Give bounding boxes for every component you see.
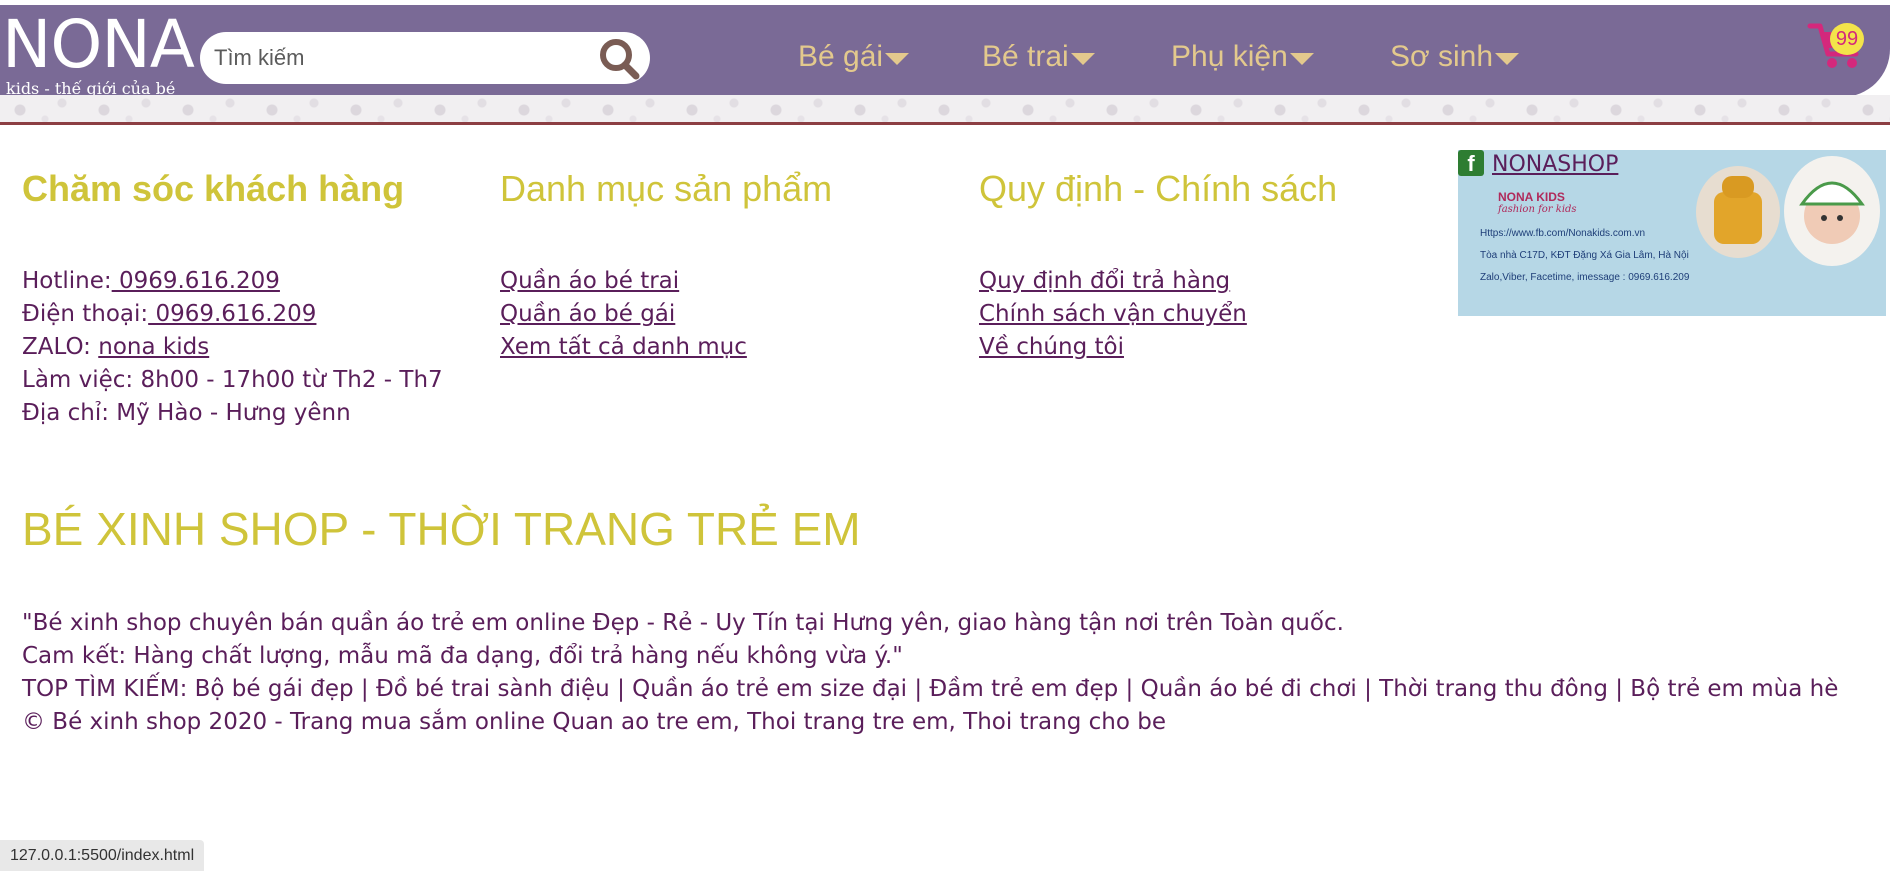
facebook-icon: f — [1458, 150, 1484, 176]
caret-down-icon — [1070, 53, 1095, 65]
customer-care-column: Chăm sóc khách hàng Hotline: 0969.616.20… — [22, 168, 443, 430]
nav-item-be-gai[interactable]: Bé gái — [798, 35, 910, 79]
cart-count-badge: 99 — [1830, 23, 1864, 55]
search-icon[interactable] — [596, 36, 646, 82]
logo[interactable]: NONA kids - thế giới của bé — [2, 6, 195, 101]
policy-link-returns[interactable]: Quy định đổi trả hàng — [979, 268, 1230, 294]
zalo-label: ZALO: — [22, 334, 99, 360]
product-categories-column: Danh mục sản phẩm Quần áo bé trai Quần á… — [500, 168, 832, 364]
policy-link-about[interactable]: Về chúng tôi — [979, 334, 1124, 360]
shop-heading: BÉ XINH SHOP - THỜI TRANG TRẺ EM — [22, 503, 861, 555]
nav-label: Phụ kiện — [1171, 40, 1288, 73]
nav-item-phu-kien[interactable]: Phụ kiện — [1171, 35, 1314, 79]
caret-down-icon — [1289, 53, 1314, 65]
phone-link[interactable]: 0969.616.209 — [148, 301, 316, 327]
category-link-all[interactable]: Xem tất cả danh mục — [500, 334, 747, 360]
logo-text: NONA — [2, 6, 195, 83]
nav-label: Bé gái — [798, 40, 884, 73]
category-link-girls[interactable]: Quần áo bé gái — [500, 301, 675, 327]
description-line: Cam kết: Hàng chất lượng, mẫu mã đa dạng… — [22, 643, 903, 669]
hotline-line: Hotline: 0969.616.209 — [22, 265, 443, 298]
category-link-boys[interactable]: Quần áo bé trai — [500, 268, 679, 294]
nav-label: Bé trai — [982, 40, 1069, 73]
column-title: Danh mục sản phẩm — [500, 168, 833, 209]
policies-column: Quy định - Chính sách Quy định đổi trả h… — [979, 168, 1337, 364]
hotline-label: Hotline: — [22, 268, 112, 294]
phone-line: Điện thoại: 0969.616.209 — [22, 298, 443, 331]
facebook-page-widget[interactable]: f NONASHOP NONA KIDS fashion for kids Ht… — [1458, 150, 1886, 316]
caret-down-icon — [1495, 53, 1520, 65]
address: Địa chỉ: Mỹ Hào - Hưng yênn — [22, 400, 351, 426]
phone-label: Điện thoại: — [22, 301, 149, 327]
facebook-info-url: Https://www.fb.com/Nonakids.com.vn — [1480, 228, 1646, 239]
search-box — [200, 32, 650, 84]
facebook-info-contact: Zalo,Viber, Facetime, imessage : 0969.61… — [1480, 272, 1690, 283]
facebook-info-address: Tòa nhà C17D, KĐT Đặng Xá Gia Lâm, Hà Nộ… — [1480, 250, 1689, 261]
facebook-page-link[interactable]: NONASHOP — [1492, 152, 1618, 177]
product-photo-baby — [1784, 156, 1880, 266]
header-pattern-strip — [0, 95, 1890, 125]
column-title: Chăm sóc khách hàng — [22, 168, 405, 209]
nav-item-so-sinh[interactable]: Sơ sinh — [1390, 35, 1520, 79]
hotline-link[interactable]: 0969.616.209 — [112, 268, 280, 294]
policy-link-shipping[interactable]: Chính sách vận chuyển — [979, 301, 1247, 327]
search-input[interactable] — [214, 40, 594, 76]
copyright-line: © Bé xinh shop 2020 - Trang mua sắm onli… — [22, 709, 1166, 735]
browser-status-bar: 127.0.0.1:5500/index.html — [0, 840, 205, 871]
product-photo-jacket — [1696, 166, 1780, 258]
working-hours: Làm việc: 8h00 - 17h00 từ Th2 - Th7 — [22, 367, 443, 393]
nav-label: Sơ sinh — [1390, 40, 1494, 73]
caret-down-icon — [885, 53, 910, 65]
facebook-tagline: fashion for kids — [1498, 204, 1577, 215]
zalo-link[interactable]: nona kids — [98, 334, 209, 360]
facebook-brand: NONA KIDS — [1498, 190, 1565, 204]
column-title: Quy định - Chính sách — [979, 168, 1338, 209]
shop-description: "Bé xinh shop chuyên bán quần áo trẻ em … — [22, 607, 1838, 739]
zalo-line: ZALO: nona kids — [22, 331, 443, 364]
header-bar: NONA kids - thế giới của bé Bé gái Bé tr… — [0, 5, 1890, 98]
nav-item-be-trai[interactable]: Bé trai — [982, 35, 1095, 79]
description-line: "Bé xinh shop chuyên bán quần áo trẻ em … — [22, 610, 1344, 636]
top-search-line: TOP TÌM KIẾM: Bộ bé gái đẹp | Đồ bé trai… — [22, 676, 1839, 702]
